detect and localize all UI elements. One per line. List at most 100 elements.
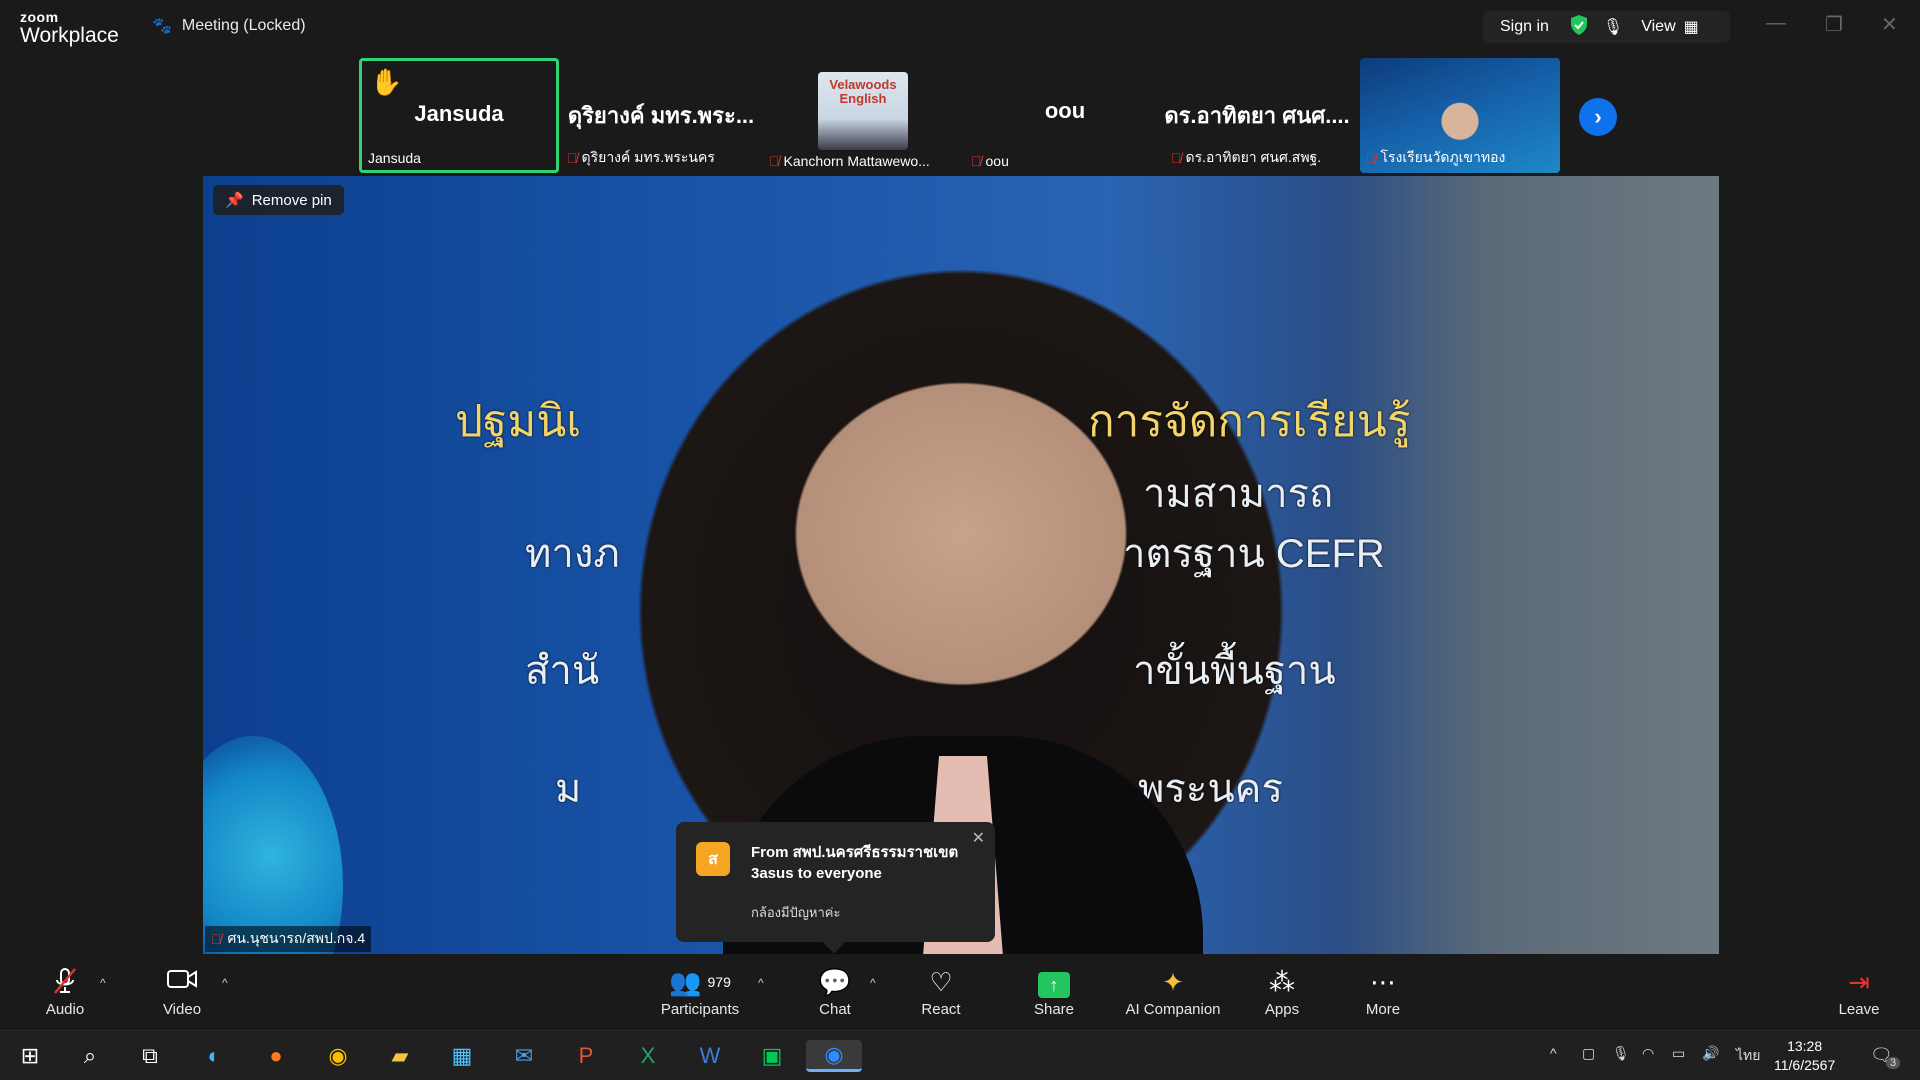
tile-center-name: Jansuda bbox=[414, 101, 504, 126]
tile-label-text: oou bbox=[985, 153, 1009, 169]
excel-icon[interactable]: X bbox=[630, 1040, 666, 1072]
logo-small: zoom bbox=[20, 9, 59, 25]
edge-icon[interactable]: ◐ bbox=[196, 1040, 232, 1072]
slide-text: ปฐมนิเ bbox=[455, 397, 582, 446]
firefox-icon[interactable]: ● bbox=[258, 1040, 294, 1072]
meet-now-icon[interactable]: ▢ bbox=[1582, 1045, 1595, 1062]
slide-text: ทางภ bbox=[525, 532, 620, 576]
shield-icon[interactable] bbox=[1569, 14, 1589, 41]
apps-button[interactable]: ⁂ Apps bbox=[1257, 966, 1307, 1018]
battery-icon[interactable]: ▭ bbox=[1672, 1045, 1685, 1062]
restore-icon[interactable]: ❐ bbox=[1825, 12, 1843, 37]
title-bar: zoom Workplace 🐾 Meeting (Locked) Sign i… bbox=[0, 0, 1920, 54]
slide-text: สำนั bbox=[525, 649, 600, 693]
paw-icon: 🐾 bbox=[152, 18, 172, 35]
pin-icon: 📌 bbox=[225, 192, 244, 209]
top-right-controls: Sign in 🎙 View ▦ bbox=[1483, 11, 1730, 43]
share-icon-wrap: ↑ bbox=[1028, 966, 1080, 998]
participant-tile[interactable]: ดุริยางค์ มทร.พระ... 🎙̸ ดุริยางค์ มทร.พระ… bbox=[561, 58, 761, 173]
clock-time: 13:28 bbox=[1787, 1038, 1823, 1054]
react-button[interactable]: ♡ React bbox=[915, 966, 967, 1018]
windows-start-icon[interactable]: ⊞ bbox=[12, 1040, 48, 1072]
participants-icon-wrap: 👥 979 bbox=[655, 966, 745, 998]
store-icon[interactable]: ▦ bbox=[444, 1040, 480, 1072]
tile-center-name: ดร.อาทิตยา ศนศ.... bbox=[1164, 103, 1350, 128]
powerpoint-icon[interactable]: P bbox=[568, 1040, 604, 1072]
speaker-name: ศน.นุชนารถ/สพป.กจ.4 bbox=[227, 930, 366, 946]
view-button[interactable]: View ▦ bbox=[1641, 17, 1699, 37]
sign-in-button[interactable]: Sign in bbox=[1500, 18, 1549, 36]
ai-companion-label: AI Companion bbox=[1125, 1001, 1221, 1018]
search-icon[interactable]: ⌕ bbox=[72, 1040, 108, 1072]
file-explorer-icon[interactable]: ▰ bbox=[382, 1040, 418, 1072]
tile-label: Jansuda bbox=[368, 150, 421, 166]
mic-muted-icon bbox=[40, 966, 90, 998]
clock-date: 11/6/2567 bbox=[1774, 1057, 1836, 1073]
mic-muted-icon: 🎙̸ bbox=[567, 150, 578, 166]
video-camera-icon bbox=[157, 966, 207, 998]
share-label: Share bbox=[1033, 1001, 1075, 1018]
remove-pin-button[interactable]: 📌 Remove pin bbox=[213, 185, 344, 215]
more-button[interactable]: ⋯ More bbox=[1358, 966, 1408, 1018]
participants-count: 979 bbox=[707, 974, 731, 990]
participant-tile[interactable]: oou 🎙̸ oou bbox=[965, 58, 1165, 173]
chat-notification[interactable]: ส From สพป.นครศรีธรรมราชเขต 3asus to eve… bbox=[676, 822, 995, 954]
participant-tile[interactable]: ดร.อาทิตยา ศนศ.... 🎙̸ ดร.อาทิตยา ศนศ.สพฐ. bbox=[1157, 58, 1357, 173]
ai-companion-button[interactable]: ✦ AI Companion bbox=[1120, 966, 1226, 1018]
task-view-icon[interactable]: ⧉ bbox=[132, 1040, 168, 1072]
mail-icon[interactable]: ✉ bbox=[506, 1040, 542, 1072]
view-label: View bbox=[1641, 18, 1676, 35]
close-icon[interactable]: ✕ bbox=[972, 828, 985, 848]
meeting-toolbar: Audio ^ Video ^ 👥 979 Participants ^ 💬 Ch… bbox=[0, 956, 1920, 1030]
mic-muted-icon: 🎙̸ bbox=[971, 153, 982, 169]
participant-tile[interactable]: ✋ Jansuda Jansuda bbox=[359, 58, 559, 173]
speaker-name-label: 🎙̸ ศน.นุชนารถ/สพป.กจ.4 bbox=[205, 926, 372, 952]
close-icon[interactable]: ✕ bbox=[1881, 12, 1898, 37]
react-label: React bbox=[921, 1001, 961, 1018]
input-language[interactable]: ไทย bbox=[1736, 1045, 1760, 1067]
grid-icon: ▦ bbox=[1683, 19, 1699, 36]
line-icon[interactable]: ▣ bbox=[754, 1040, 790, 1072]
chat-options-caret[interactable]: ^ bbox=[870, 976, 876, 990]
video-options-caret[interactable]: ^ bbox=[222, 976, 228, 990]
participants-options-caret[interactable]: ^ bbox=[758, 976, 764, 990]
mic-muted-icon: 🎙̸ bbox=[1366, 150, 1377, 166]
participant-tile[interactable]: 🎙̸ โรงเรียนวัดภูเขาทอง bbox=[1360, 58, 1560, 173]
video-label: Video bbox=[162, 1001, 202, 1018]
chrome-icon[interactable]: ◉ bbox=[320, 1040, 356, 1072]
meeting-title: Meeting (Locked) bbox=[181, 17, 306, 34]
leave-button[interactable]: ⇥ Leave bbox=[1834, 966, 1884, 1018]
mic-muted-icon: 🎙̸ bbox=[211, 931, 222, 947]
windows-taskbar: ⊞ ⌕ ⧉ ◐ ● ◉ ▰ ▦ ✉ P X W ▣ ◉ ^ ▢ 🎙 ◠ ▭ 🔊 … bbox=[0, 1030, 1920, 1080]
microphone-icon[interactable]: 🎙 bbox=[1603, 17, 1623, 37]
participant-thumbnail: Velawoods English bbox=[818, 72, 908, 150]
participants-button[interactable]: 👥 979 Participants bbox=[655, 966, 745, 1018]
zoom-logo: zoom Workplace bbox=[20, 10, 119, 46]
sender-avatar: ส bbox=[696, 842, 730, 876]
next-page-button[interactable]: › bbox=[1579, 98, 1617, 136]
audio-button[interactable]: Audio bbox=[40, 966, 90, 1018]
video-button[interactable]: Video bbox=[157, 966, 207, 1018]
wifi-icon[interactable]: ◠ bbox=[1642, 1045, 1654, 1062]
participant-tile[interactable]: Velawoods English 🎙̸ Kanchorn Mattawewo..… bbox=[763, 58, 963, 173]
remove-pin-label: Remove pin bbox=[251, 191, 332, 209]
apps-label: Apps bbox=[1264, 1001, 1300, 1018]
volume-icon[interactable]: 🔊 bbox=[1702, 1045, 1719, 1062]
share-button[interactable]: ↑ Share bbox=[1028, 966, 1080, 1018]
chat-label: Chat bbox=[819, 1001, 851, 1018]
tile-label: 🎙̸ โรงเรียนวัดภูเขาทอง bbox=[1366, 147, 1505, 169]
minimize-icon[interactable]: — bbox=[1766, 12, 1786, 35]
participants-icon: 👥 bbox=[669, 967, 702, 997]
chat-message: กล้องมีปัญหาค่ะ bbox=[751, 905, 841, 920]
leave-icon: ⇥ bbox=[1848, 967, 1870, 997]
chevron-up-icon[interactable]: ^ bbox=[1550, 1045, 1557, 1061]
zoom-taskbar-icon[interactable]: ◉ bbox=[806, 1040, 862, 1072]
tray-microphone-icon[interactable]: 🎙 bbox=[1612, 1045, 1630, 1062]
slide-text: การจัดการเรียนรู้ bbox=[1088, 397, 1411, 446]
word-icon[interactable]: W bbox=[692, 1040, 728, 1072]
chat-button[interactable]: 💬 Chat bbox=[810, 966, 860, 1018]
meeting-info[interactable]: 🐾 Meeting (Locked) bbox=[152, 16, 306, 36]
audio-options-caret[interactable]: ^ bbox=[100, 976, 106, 990]
mic-muted-icon: 🎙̸ bbox=[1171, 150, 1182, 166]
system-clock[interactable]: 13:28 11/6/2567 bbox=[1774, 1037, 1835, 1075]
